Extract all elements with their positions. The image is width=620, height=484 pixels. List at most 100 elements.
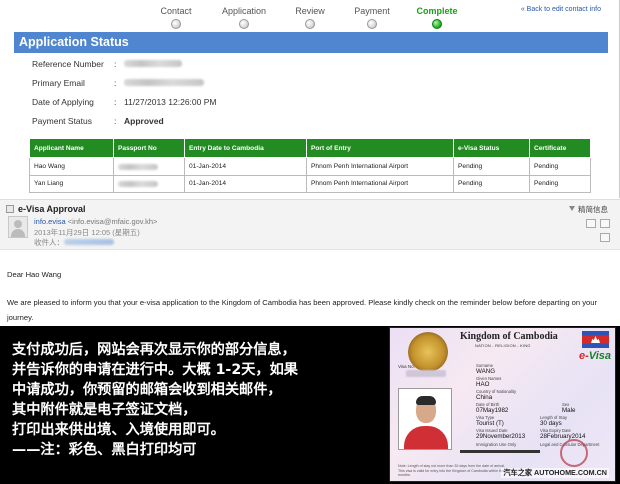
email-greeting: Dear Hao Wang [7, 270, 62, 279]
column-header: e-Visa Status [453, 138, 530, 158]
site-watermark: 汽车之家 AUTOHOME.COM.CN [501, 468, 609, 478]
nationality-field: Country of Nationality China [476, 389, 517, 401]
caption-line: ——注：彩色、黑白打印均可 [12, 442, 197, 458]
dob-field: Date of Birth 07May1982 [476, 402, 509, 414]
immigration-use-label: Immigration Use Only [476, 442, 517, 447]
applicant-name-cell: Yan Liang [29, 174, 114, 193]
official-stamp-icon [560, 439, 588, 467]
payment-status-value: Approved [124, 116, 164, 126]
caption-line: 其中附件就是电子签证文档， [12, 402, 197, 418]
back-to-edit-contact-link[interactable]: « Back to edit contact info [521, 6, 601, 13]
primary-email-value [124, 76, 204, 90]
applicants-table: Applicant Name Passport No Entry Date to… [29, 138, 591, 193]
reply-icon[interactable] [600, 219, 610, 228]
evisa-document-image: Kingdom of Cambodia NATION - RELIGION - … [389, 327, 616, 482]
sender-address: <info.evisa@mfaic.gov.kh> [67, 217, 158, 226]
caption-line: 中请成功，你预留的邮箱会收到相关邮件， [12, 382, 282, 398]
date-of-applying-label: Date of Applying [32, 97, 94, 107]
more-icon[interactable] [600, 233, 610, 242]
length-of-stay-field: Length of Stay 30 days [540, 415, 568, 427]
column-header: Passport No [113, 138, 185, 158]
cambodia-flag-icon [582, 331, 609, 348]
entry-date-cell: 01-Jan-2014 [184, 157, 307, 176]
port-of-entry-cell: Phnom Penh International Airport [306, 174, 454, 193]
message-icon [6, 205, 14, 213]
redacted-value [124, 79, 204, 86]
given-names-value: HAO [476, 381, 490, 388]
given-names-field: Given Names HAO [476, 376, 502, 388]
step-dot-icon [305, 19, 315, 29]
redacted-value [118, 181, 158, 188]
separator: : [114, 116, 117, 126]
table-row: Hao Wang 01-Jan-2014 Phnom Penh Internat… [29, 157, 591, 176]
visa-type-value: Tourist (T) [476, 420, 504, 427]
column-header: Certificate [529, 138, 591, 158]
star-icon[interactable] [586, 219, 596, 228]
recipient-line: 收件人： [34, 237, 114, 248]
surname-value: WANG [476, 368, 496, 375]
visa-no-label: Visa No. [398, 364, 415, 369]
email-message: We are pleased to inform you that your e… [7, 298, 597, 322]
passport-no-cell [113, 157, 185, 176]
visa-subtitle: NATION - RELIGION - KING [475, 343, 531, 348]
step-dot-icon [367, 19, 377, 29]
caption-line: 打印出来供出境、入境使用即可。 [12, 422, 225, 438]
length-of-stay-value: 30 days [540, 420, 562, 427]
email-subject: e-Visa Approval [6, 203, 86, 215]
visa-title: Kingdom of Cambodia [460, 331, 558, 342]
application-status-header: Application Status [14, 32, 608, 53]
chinese-caption: 支付成功后，网站会再次显示你的部分信息， 并告诉你的申请在进行中。大概 1-2天… [12, 340, 387, 460]
sex-field: Sex Male [562, 402, 576, 414]
separator: : [114, 59, 117, 69]
redacted-visa-no [406, 370, 446, 377]
view-brief-info-toggle[interactable]: 精简信息 [569, 204, 608, 215]
visa-type-field: Visa Type Tourist (T) [476, 415, 504, 427]
applicant-photo [398, 388, 452, 450]
caption-line: 支付成功后，网站会再次显示你的部分信息， [12, 342, 296, 358]
certificate-cell: Pending [529, 174, 591, 193]
sender-name[interactable]: info.evisa [34, 217, 66, 226]
issued-date-value: 29November2013 [476, 433, 526, 440]
application-status-page: Contact Application Review Payment Compl… [0, 0, 620, 198]
view-brief-info-label: 精简信息 [578, 205, 608, 214]
reference-number-label: Reference Number [32, 59, 104, 69]
table-row: Yan Liang 01-Jan-2014 Phnom Penh Interna… [29, 174, 591, 193]
reference-number-value [124, 57, 182, 71]
column-header: Port of Entry [306, 138, 454, 158]
primary-email-label: Primary Email [32, 78, 85, 88]
column-header: Entry Date to Cambodia [184, 138, 307, 158]
certificate-cell: Pending [529, 157, 591, 176]
signature-line [460, 450, 540, 453]
step-dot-icon [432, 19, 442, 29]
evisa-status-cell: Pending [453, 157, 530, 176]
visa-note: Note: Length of stay not more than 30 da… [398, 464, 508, 477]
caption-and-visa-panel: 支付成功后，网站会再次显示你的部分信息， 并告诉你的申请在进行中。大概 1-2天… [0, 326, 620, 484]
redacted-recipient [64, 239, 114, 245]
separator: : [114, 78, 117, 88]
payment-status-label: Payment Status [32, 116, 93, 126]
email-toolbar [574, 219, 610, 247]
column-header: Applicant Name [29, 138, 114, 158]
sex-value: Male [562, 407, 576, 414]
email-header: e-Visa Approval 精简信息 info.evisa <info.ev… [0, 200, 620, 250]
email-view: e-Visa Approval 精简信息 info.evisa <info.ev… [0, 199, 620, 325]
port-of-entry-cell: Phnom Penh International Airport [306, 157, 454, 176]
entry-date-cell: 01-Jan-2014 [184, 174, 307, 193]
passport-no-cell [113, 174, 185, 193]
table-header-row: Applicant Name Passport No Entry Date to… [29, 138, 591, 158]
step-dot-icon [239, 19, 249, 29]
step-complete: Complete [397, 5, 477, 29]
expiry-date-field: Visa Expiry Date 28February2014 [540, 428, 586, 440]
sender-line: info.evisa <info.evisa@mfaic.gov.kh> [34, 217, 157, 226]
issued-date-field: Visa Issued Date 29November2013 [476, 428, 526, 440]
surname-field: Surname WANG [476, 363, 496, 375]
step-dot-icon [171, 19, 181, 29]
email-subject-text: e-Visa Approval [18, 204, 86, 214]
recipient-label: 收件人： [34, 238, 64, 247]
separator: : [114, 97, 117, 107]
caption-line: 并告诉你的申请在进行中。大概 1-2天，如果 [12, 362, 298, 378]
sender-avatar [8, 216, 28, 238]
date-of-applying-value: 11/27/2013 12:26:00 PM [124, 97, 217, 107]
redacted-value [124, 60, 182, 67]
step-label: Complete [416, 6, 458, 16]
